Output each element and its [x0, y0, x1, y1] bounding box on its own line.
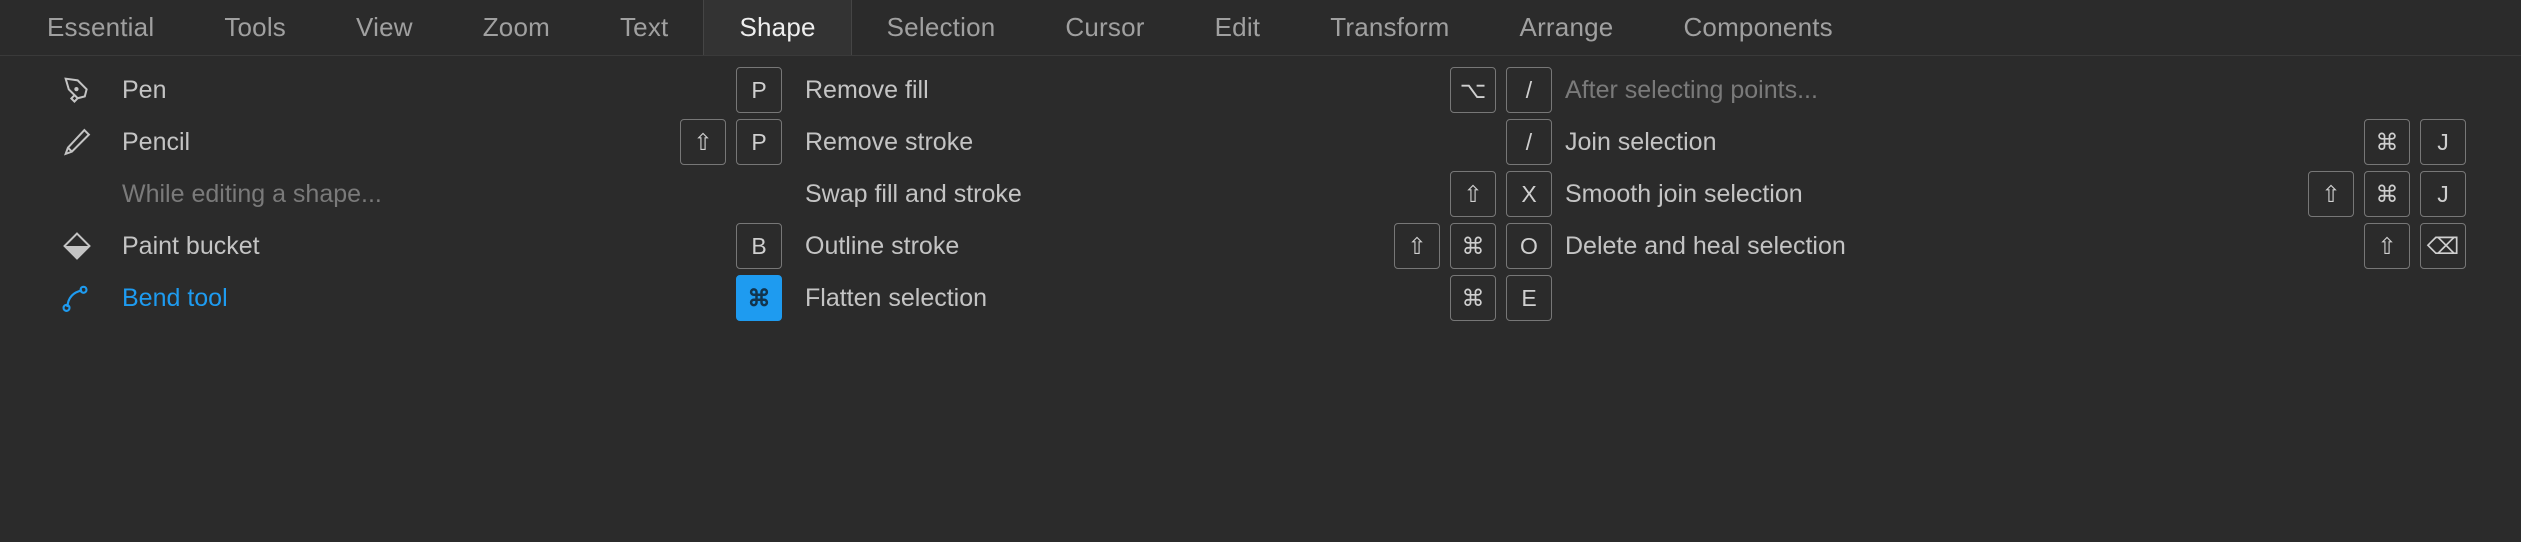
shortcut-keys: ⇧ P [632, 119, 790, 165]
shortcut-keys: ⌘ [632, 275, 790, 321]
category-tab-bar[interactable]: Essential Tools View Zoom Text Shape Selection… [0, 0, 2521, 56]
shortcut-row-pencil[interactable]: Pencil ⇧ P [60, 116, 790, 168]
key-cap: ⇧ [1450, 171, 1496, 217]
paint-bucket-icon [60, 229, 122, 263]
tab-arrange[interactable]: Arrange [1485, 0, 1649, 55]
shortcut-keys: / [1387, 119, 1560, 165]
section-label: After selecting points... [1565, 75, 1818, 104]
shortcut-label: Paint bucket [122, 231, 260, 260]
tab-text[interactable]: Text [585, 0, 703, 55]
shortcut-row-pen[interactable]: Pen P [60, 64, 790, 116]
shortcut-label: Bend tool [122, 283, 228, 312]
key-cap: ⌫ [2420, 223, 2466, 269]
section-header-while-editing-a-shape: While editing a shape... [60, 168, 790, 220]
key-cap: ⌘ [1450, 275, 1496, 321]
key-cap: J [2420, 119, 2466, 165]
key-cap: ⌘ [1450, 223, 1496, 269]
shortcut-row-delete-and-heal-selection[interactable]: Delete and heal selection ⇧ ⌫ [1565, 220, 2521, 272]
tab-shape[interactable]: Shape [703, 0, 852, 55]
key-cap: / [1506, 119, 1552, 165]
spacer-row [1565, 272, 2521, 324]
shortcut-keys: ⌥ / [1387, 67, 1560, 113]
tab-selection[interactable]: Selection [852, 0, 1031, 55]
shortcut-label: Pencil [122, 127, 191, 156]
key-cap: ⇧ [680, 119, 726, 165]
shortcut-label: Join selection [1565, 127, 1717, 156]
tab-essential[interactable]: Essential [12, 0, 189, 55]
shortcut-keys: ⇧ ⌫ [2246, 223, 2521, 269]
shortcut-keys: ⌘ E [1387, 275, 1560, 321]
shortcut-panel: Pen P Pencil ⇧ P While editing a shape... Pain… [0, 56, 2521, 542]
bend-tool-icon [60, 281, 122, 315]
shortcut-label: Remove stroke [805, 127, 974, 156]
shortcut-row-swap-fill-and-stroke[interactable]: Swap fill and stroke ⇧ X [805, 168, 1560, 220]
shortcut-label: Swap fill and stroke [805, 179, 1022, 208]
shortcut-row-join-selection[interactable]: Join selection ⌘ J [1565, 116, 2521, 168]
shortcut-label: Remove fill [805, 75, 929, 104]
shortcut-label: Pen [122, 75, 167, 104]
key-cap: / [1506, 67, 1552, 113]
shortcut-row-flatten-selection[interactable]: Flatten selection ⌘ E [805, 272, 1560, 324]
key-cap: ⌥ [1450, 67, 1496, 113]
shortcut-row-bend-tool[interactable]: Bend tool ⌘ [60, 272, 790, 324]
shortcut-keys: ⇧ X [1387, 171, 1560, 217]
key-cap: P [736, 67, 782, 113]
section-header-after-selecting-points: After selecting points... [1565, 64, 2521, 116]
key-cap: ⌘ [2364, 119, 2410, 165]
shortcut-keys: B [632, 223, 790, 269]
shortcut-row-paint-bucket[interactable]: Paint bucket B [60, 220, 790, 272]
key-cap: B [736, 223, 782, 269]
shortcut-row-outline-stroke[interactable]: Outline stroke ⇧ ⌘ O [805, 220, 1560, 272]
shortcut-keys: P [632, 67, 790, 113]
key-cap: E [1506, 275, 1552, 321]
tab-zoom[interactable]: Zoom [448, 0, 585, 55]
key-cap: ⇧ [2364, 223, 2410, 269]
shortcut-keys: ⇧ ⌘ J [2246, 171, 2521, 217]
shortcut-keys: ⌘ J [2246, 119, 2521, 165]
pen-icon [60, 73, 122, 107]
key-cap: O [1506, 223, 1552, 269]
fill-stroke-column: Remove fill ⌥ / Remove stroke / Swap fill and… [790, 64, 1560, 542]
tab-view[interactable]: View [321, 0, 448, 55]
points-column: After selecting points... Join selection ⌘… [1560, 64, 2521, 542]
pencil-icon [60, 125, 122, 159]
shortcut-row-remove-stroke[interactable]: Remove stroke / [805, 116, 1560, 168]
shortcut-row-remove-fill[interactable]: Remove fill ⌥ / [805, 64, 1560, 116]
tab-tools[interactable]: Tools [189, 0, 321, 55]
tools-column: Pen P Pencil ⇧ P While editing a shape... Pain… [0, 64, 790, 542]
shortcut-label: Flatten selection [805, 283, 988, 312]
shortcut-cheatsheet-window: Essential Tools View Zoom Text Shape Selection… [0, 0, 2521, 542]
key-cap: ⇧ [1394, 223, 1440, 269]
shortcut-row-smooth-join-selection[interactable]: Smooth join selection ⇧ ⌘ J [1565, 168, 2521, 220]
key-cap: J [2420, 171, 2466, 217]
key-cap: P [736, 119, 782, 165]
tab-components[interactable]: Components [1648, 0, 1867, 55]
tab-transform[interactable]: Transform [1295, 0, 1484, 55]
key-cap: X [1506, 171, 1552, 217]
key-cap: ⌘ [736, 275, 782, 321]
shortcut-label: Smooth join selection [1565, 179, 1803, 208]
shortcut-label: Delete and heal selection [1565, 231, 1846, 260]
key-cap: ⇧ [2308, 171, 2354, 217]
shortcut-keys: ⇧ ⌘ O [1387, 223, 1560, 269]
tab-edit[interactable]: Edit [1180, 0, 1296, 55]
shortcut-label: Outline stroke [805, 231, 960, 260]
key-cap: ⌘ [2364, 171, 2410, 217]
tab-cursor[interactable]: Cursor [1030, 0, 1179, 55]
section-label: While editing a shape... [122, 179, 382, 208]
